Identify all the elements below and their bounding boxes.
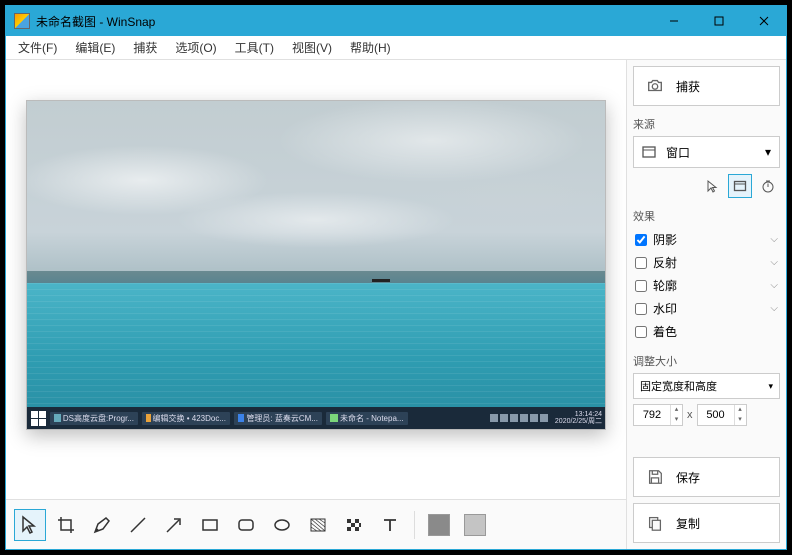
side-panel: 捕获 来源 窗口 ▾ 效果 阴影⌵ 反射⌵ 轮廓⌵ (626, 60, 786, 549)
tool-pointer[interactable] (14, 509, 46, 541)
tool-line[interactable] (122, 509, 154, 541)
chevron-down-icon: ⌵ (770, 257, 778, 268)
taskbar-item: DS高度云盘:Progr... (50, 412, 138, 425)
bottom-toolbar (6, 499, 626, 549)
resize-group-title: 调整大小 (633, 349, 780, 373)
tool-rounded-rect[interactable] (230, 509, 262, 541)
source-group-title: 来源 (633, 112, 780, 136)
menu-capture[interactable]: 捕获 (125, 37, 165, 58)
chevron-down-icon: ▾ (768, 381, 773, 392)
color-swatch-1[interactable] (423, 509, 455, 541)
app-window: 未命名截图 - WinSnap 文件(F) 编辑(E) 捕获 选项(O) 工具(… (5, 5, 787, 550)
tool-text[interactable] (374, 509, 406, 541)
menu-view[interactable]: 视图(V) (284, 37, 340, 58)
mode-timer[interactable] (756, 174, 780, 198)
tool-ellipse[interactable] (266, 509, 298, 541)
screenshot-taskbar: DS高度云盘:Progr... 编辑交换 • 423Doc... 管理员: 蓝奏… (27, 407, 605, 429)
chevron-down-icon: ▾ (765, 145, 771, 159)
menu-file[interactable]: 文件(F) (10, 37, 65, 58)
tool-pixelate[interactable] (338, 509, 370, 541)
start-icon (30, 410, 46, 426)
capture-button-label: 捕获 (676, 78, 700, 95)
width-spinner[interactable]: ▴▾ (633, 404, 683, 426)
spin-up[interactable]: ▴ (671, 405, 682, 415)
chevron-down-icon: ⌵ (770, 234, 778, 245)
copy-button-label: 复制 (676, 515, 700, 532)
chevron-down-icon: ⌵ (770, 303, 778, 314)
screenshot-preview[interactable]: DS高度云盘:Progr... 编辑交换 • 423Doc... 管理员: 蓝奏… (26, 100, 606, 430)
tool-crop[interactable] (50, 509, 82, 541)
chevron-down-icon: ⌵ (770, 280, 778, 291)
window-icon (642, 145, 656, 159)
taskbar-item: 未命名 - Notepa... (326, 412, 408, 425)
capture-button[interactable]: 捕获 (633, 66, 780, 106)
canvas-area[interactable]: DS高度云盘:Progr... 编辑交换 • 423Doc... 管理员: 蓝奏… (6, 60, 626, 499)
source-value: 窗口 (666, 144, 690, 161)
mode-cursor[interactable] (700, 174, 724, 198)
copy-button[interactable]: 复制 (633, 503, 780, 543)
spin-down[interactable]: ▾ (671, 415, 682, 425)
tool-arrow[interactable] (158, 509, 190, 541)
save-button[interactable]: 保存 (633, 457, 780, 497)
height-spinner[interactable]: ▴▾ (697, 404, 747, 426)
source-selector[interactable]: 窗口 ▾ (633, 136, 780, 168)
tool-rect[interactable] (194, 509, 226, 541)
fx-shadow[interactable]: 阴影⌵ (633, 228, 780, 251)
taskbar-item: 管理员: 蓝奏云CM... (234, 412, 322, 425)
camera-icon (646, 77, 664, 95)
tray-icons (490, 414, 548, 422)
color-swatch-2[interactable] (459, 509, 491, 541)
fx-watermark[interactable]: 水印⌵ (633, 297, 780, 320)
resize-mode-value: 固定宽度和高度 (640, 378, 717, 394)
width-input[interactable] (634, 409, 670, 421)
menubar: 文件(F) 编辑(E) 捕获 选项(O) 工具(T) 视图(V) 帮助(H) (6, 36, 786, 60)
spin-down[interactable]: ▾ (735, 415, 746, 425)
tool-pen[interactable] (86, 509, 118, 541)
titlebar[interactable]: 未命名截图 - WinSnap (6, 6, 786, 36)
effects-group-title: 效果 (633, 204, 780, 228)
tool-blur[interactable] (302, 509, 334, 541)
save-button-label: 保存 (676, 469, 700, 486)
mode-window[interactable] (728, 174, 752, 198)
spin-up[interactable]: ▴ (735, 405, 746, 415)
maximize-button[interactable] (696, 6, 741, 36)
taskbar-item: 编辑交换 • 423Doc... (142, 412, 230, 425)
copy-icon (646, 514, 664, 532)
window-title: 未命名截图 - WinSnap (36, 13, 155, 30)
minimize-button[interactable] (651, 6, 696, 36)
fx-reflection[interactable]: 反射⌵ (633, 251, 780, 274)
size-separator: x (687, 409, 693, 421)
menu-help[interactable]: 帮助(H) (342, 37, 399, 58)
fx-outline[interactable]: 轮廓⌵ (633, 274, 780, 297)
save-icon (646, 468, 664, 486)
taskbar-clock: 13:14:24 2020/2/25/周二 (555, 411, 602, 425)
resize-mode-select[interactable]: 固定宽度和高度 ▾ (633, 373, 780, 399)
menu-edit[interactable]: 编辑(E) (67, 37, 123, 58)
menu-tools[interactable]: 工具(T) (227, 37, 282, 58)
height-input[interactable] (698, 409, 734, 421)
app-icon (14, 13, 30, 29)
fx-tint[interactable]: 着色 (633, 320, 780, 343)
close-button[interactable] (741, 6, 786, 36)
menu-options[interactable]: 选项(O) (167, 37, 224, 58)
